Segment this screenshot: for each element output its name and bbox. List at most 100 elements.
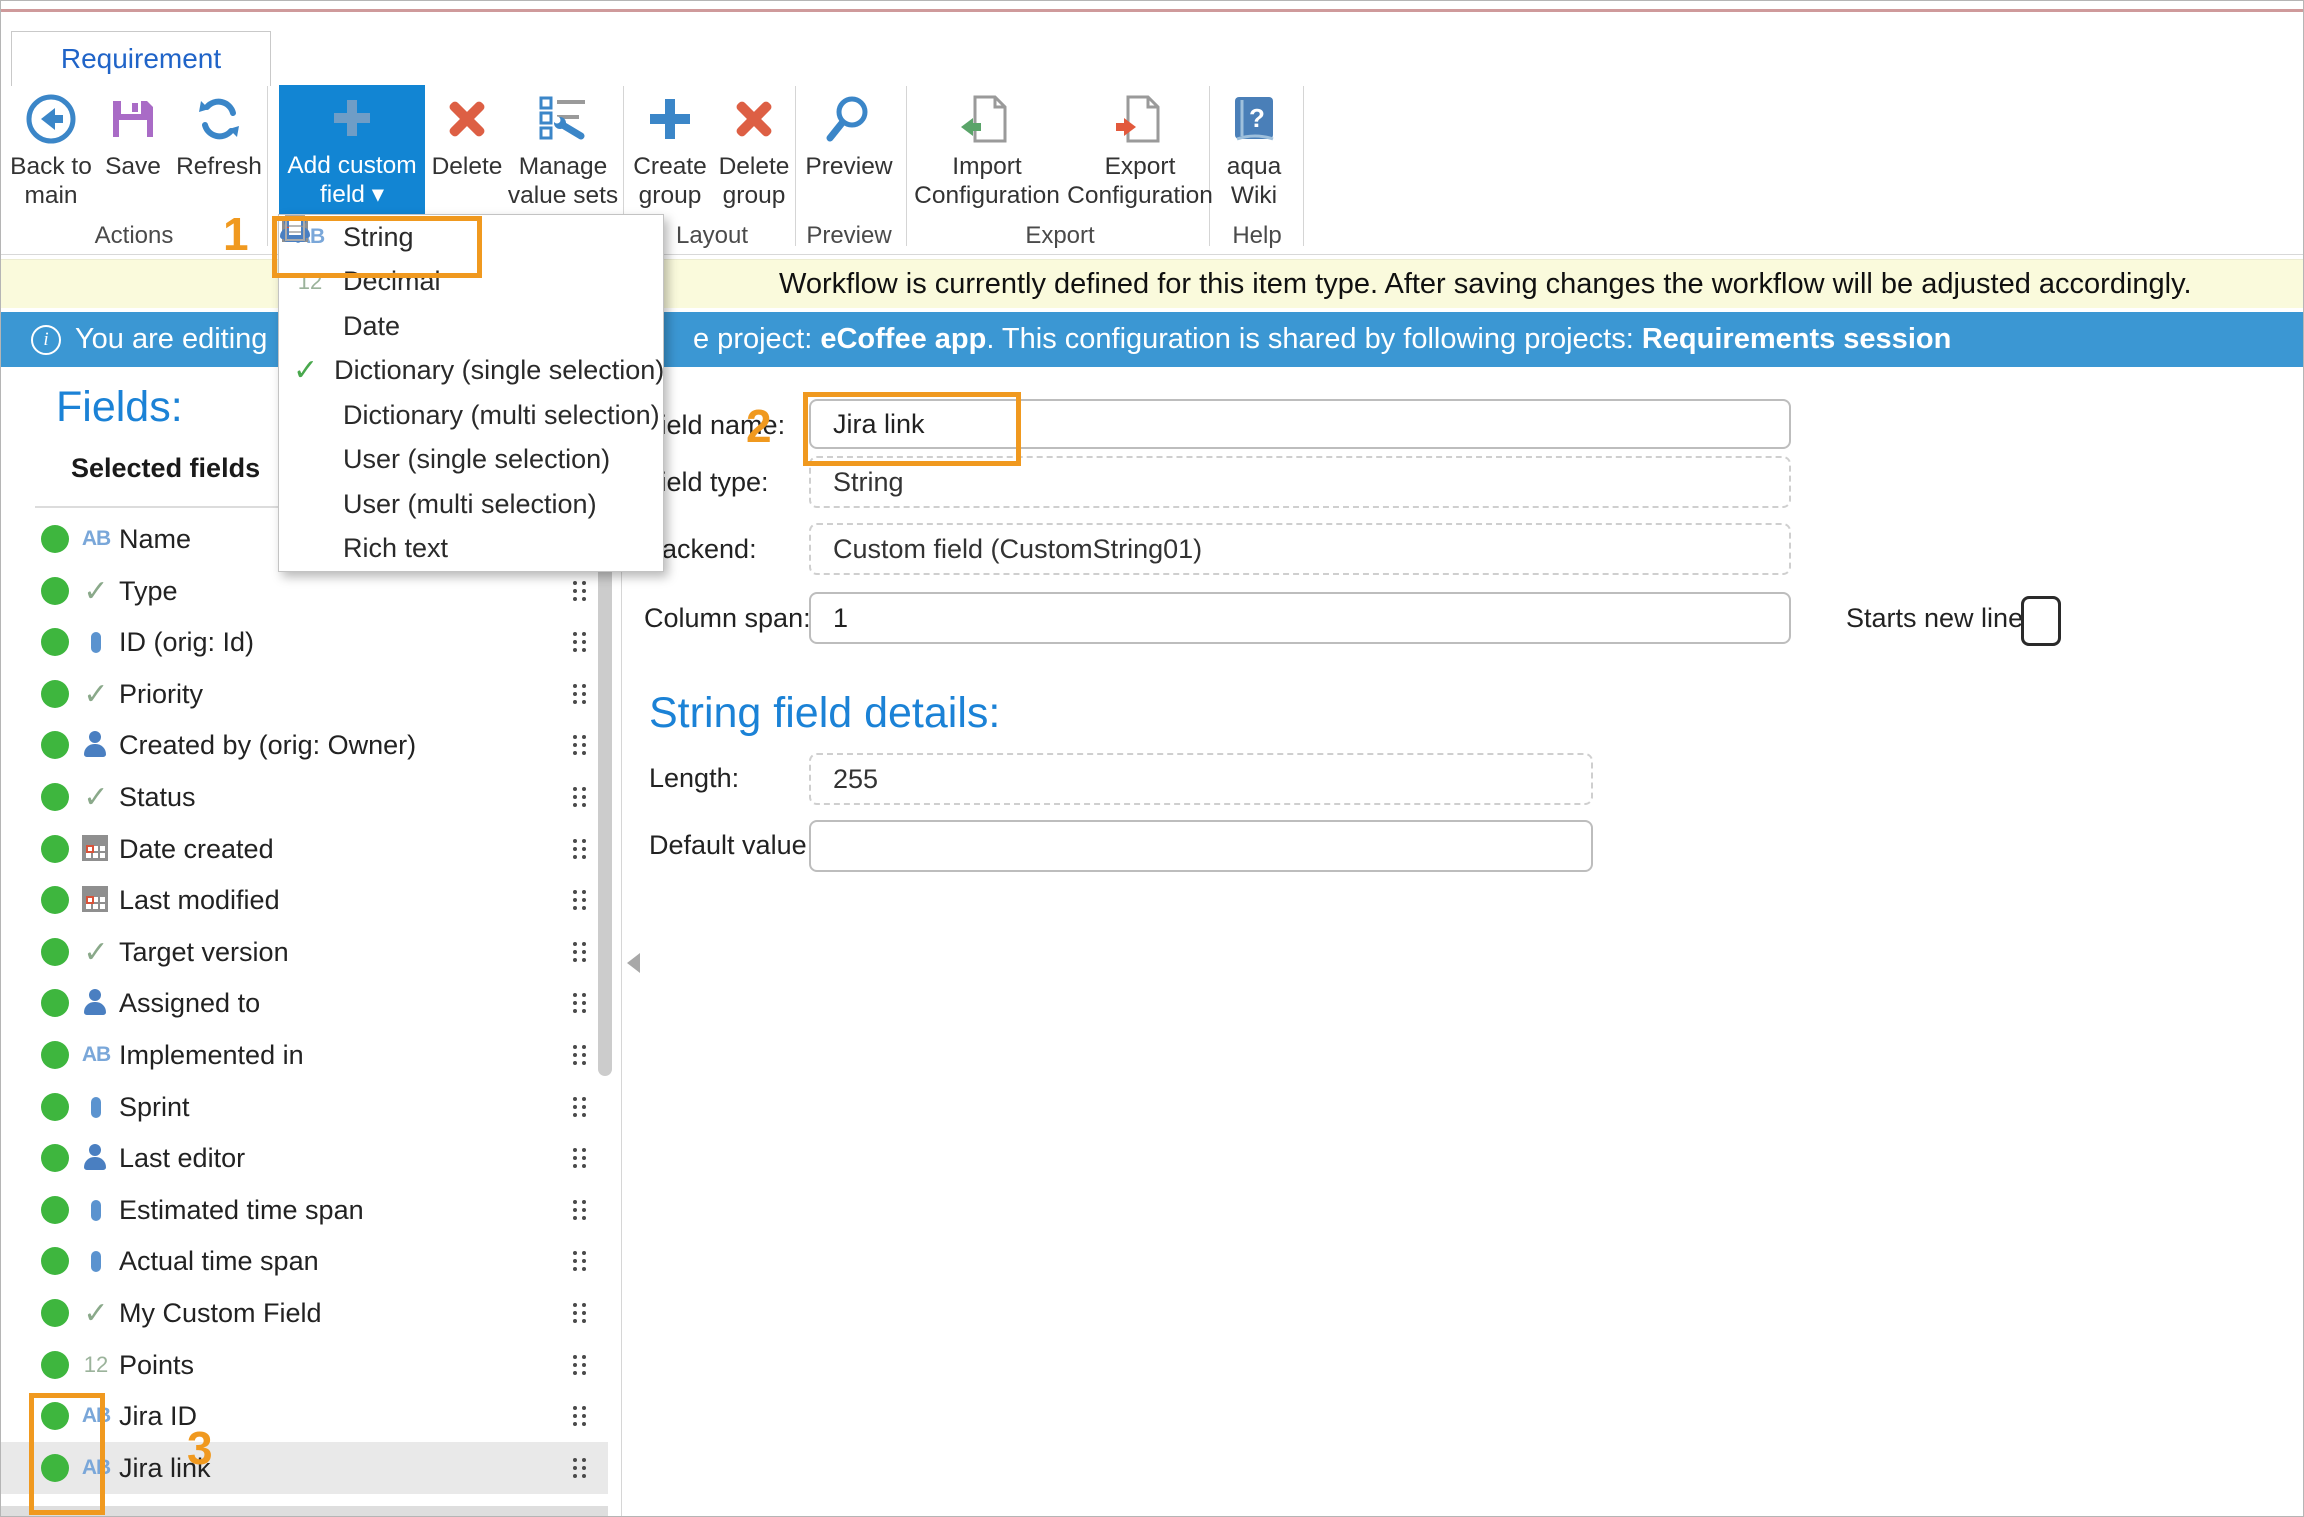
menu-item-dictionary-multi[interactable]: Dictionary (multi selection) <box>279 393 663 438</box>
tab-requirement[interactable]: Requirement <box>11 31 271 86</box>
enabled-dot-icon <box>41 1351 69 1379</box>
starts-new-line-checkbox[interactable] <box>2021 596 2061 646</box>
list-item-assigned-to[interactable]: Assigned to <box>1 977 621 1029</box>
field-type-icon <box>79 1143 113 1173</box>
save-button[interactable]: Save <box>93 86 173 216</box>
tab-requirement-label: Requirement <box>61 43 221 75</box>
list-item-my-custom-field[interactable]: My Custom Field <box>1 1287 621 1339</box>
drag-handle-icon[interactable] <box>573 735 589 755</box>
field-type-icon <box>79 730 113 760</box>
field-type-icon <box>79 679 113 709</box>
list-item-last-modified[interactable]: Last modified <box>1 874 621 926</box>
list-item-target-version[interactable]: Target version <box>1 926 621 978</box>
menu-item-user-single[interactable]: User (single selection) <box>279 438 663 483</box>
panel-collapse-arrow-icon[interactable] <box>627 953 640 973</box>
export-document-icon <box>1112 86 1168 152</box>
annotation-box-2 <box>803 392 1021 466</box>
drag-handle-icon[interactable] <box>573 1458 589 1478</box>
enabled-dot-icon <box>41 1299 69 1327</box>
manage-value-sets-button[interactable]: Manage value sets <box>507 86 619 216</box>
import-document-icon <box>959 86 1015 152</box>
drag-handle-icon[interactable] <box>573 1148 589 1168</box>
user-single-icon <box>293 445 327 475</box>
delete-button[interactable]: Delete <box>427 86 507 216</box>
aqua-wiki-button[interactable]: ? aqua Wiki <box>1214 86 1294 216</box>
drag-handle-icon[interactable] <box>573 942 589 962</box>
preview-button[interactable]: Preview <box>804 86 894 216</box>
drag-handle-icon[interactable] <box>573 1355 589 1375</box>
menu-item-rich-text[interactable]: Rich text <box>279 527 663 572</box>
delete-group-button[interactable]: Delete group <box>713 86 795 216</box>
magnifier-icon <box>822 86 876 152</box>
annotation-number-2: 2 <box>746 399 772 453</box>
drag-handle-icon[interactable] <box>573 632 589 652</box>
create-group-button[interactable]: Create group <box>629 86 711 216</box>
column-span-input[interactable]: 1 <box>809 592 1791 644</box>
refresh-button[interactable]: Refresh <box>174 86 264 216</box>
list-item-date-created[interactable]: Date created <box>1 823 621 875</box>
drag-handle-icon[interactable] <box>573 1200 589 1220</box>
group-separator <box>906 86 907 246</box>
drag-handle-icon[interactable] <box>573 993 589 1013</box>
list-item-estimated-time-span[interactable]: Estimated time span <box>1 1184 621 1236</box>
refresh-label: Refresh <box>176 152 262 181</box>
drag-handle-icon[interactable] <box>573 1045 589 1065</box>
menu-item-user-multi[interactable]: User (multi selection) <box>279 482 663 527</box>
field-label: Date created <box>119 823 274 875</box>
list-item-priority[interactable]: Priority <box>1 668 621 720</box>
app-window: Requirement Back to main Save Refresh <box>0 0 2304 1517</box>
list-item-points[interactable]: Points <box>1 1339 621 1391</box>
field-label: Jira ID <box>119 1390 197 1442</box>
field-type-icon <box>79 1298 113 1328</box>
drag-handle-icon[interactable] <box>573 1251 589 1271</box>
enabled-dot-icon <box>41 628 69 656</box>
group-separator <box>267 86 268 246</box>
import-configuration-button[interactable]: Import Configuration <box>911 86 1063 216</box>
group-label-preview: Preview <box>804 222 894 250</box>
drag-handle-icon[interactable] <box>573 684 589 704</box>
drag-handle-icon[interactable] <box>573 787 589 807</box>
field-label: Points <box>119 1339 194 1391</box>
length-label: Length: <box>649 763 739 793</box>
drag-handle-icon[interactable] <box>573 890 589 910</box>
preview-label: Preview <box>805 152 892 181</box>
export-configuration-button[interactable]: Export Configuration <box>1064 86 1216 216</box>
plus-icon <box>644 86 696 152</box>
enabled-dot-icon <box>41 1041 69 1069</box>
editing-notice-prefix: You are editing <box>75 312 267 367</box>
export-configuration-label: Export Configuration <box>1064 152 1216 210</box>
back-to-main-button[interactable]: Back to main <box>1 86 101 216</box>
column-span-label: Column span: <box>644 603 811 633</box>
menu-item-dictionary-single[interactable]: Dictionary (single selection) <box>279 349 663 394</box>
window-top-accent-line <box>1 9 2304 12</box>
drag-handle-icon[interactable] <box>573 1303 589 1323</box>
drag-handle-icon[interactable] <box>573 1097 589 1117</box>
list-item-last-editor[interactable]: Last editor <box>1 1132 621 1184</box>
starts-new-line-label: Starts new line: <box>1846 603 2031 633</box>
list-item-implemented-in[interactable]: Implemented in <box>1 1029 621 1081</box>
list-item-id[interactable]: ID (orig: Id) <box>1 616 621 668</box>
enabled-dot-icon <box>41 1144 69 1172</box>
drag-handle-icon[interactable] <box>573 581 589 601</box>
dictionary-single-icon <box>293 356 318 386</box>
user-multi-icon <box>293 489 327 519</box>
list-item-status[interactable]: Status <box>1 771 621 823</box>
list-item-created-by[interactable]: Created by (orig: Owner) <box>1 719 621 771</box>
field-type-icon <box>79 988 113 1018</box>
add-custom-field-button[interactable]: Add custom field ▾ <box>279 85 425 214</box>
date-type-icon <box>293 311 327 341</box>
drag-handle-icon[interactable] <box>573 839 589 859</box>
refresh-icon <box>192 86 246 152</box>
field-label: Status <box>119 771 196 823</box>
field-label: Actual time span <box>119 1235 319 1287</box>
list-item-sprint[interactable]: Sprint <box>1 1081 621 1133</box>
menu-item-date[interactable]: Date <box>279 304 663 349</box>
enabled-dot-icon <box>41 525 69 553</box>
save-label: Save <box>105 152 161 181</box>
drag-handle-icon[interactable] <box>573 1406 589 1426</box>
default-value-input[interactable] <box>809 820 1593 872</box>
vertical-scrollbar-thumb[interactable] <box>598 539 612 1076</box>
list-item-type[interactable]: Type <box>1 565 621 617</box>
back-arrow-icon <box>24 86 78 152</box>
list-item-actual-time-span[interactable]: Actual time span <box>1 1235 621 1287</box>
